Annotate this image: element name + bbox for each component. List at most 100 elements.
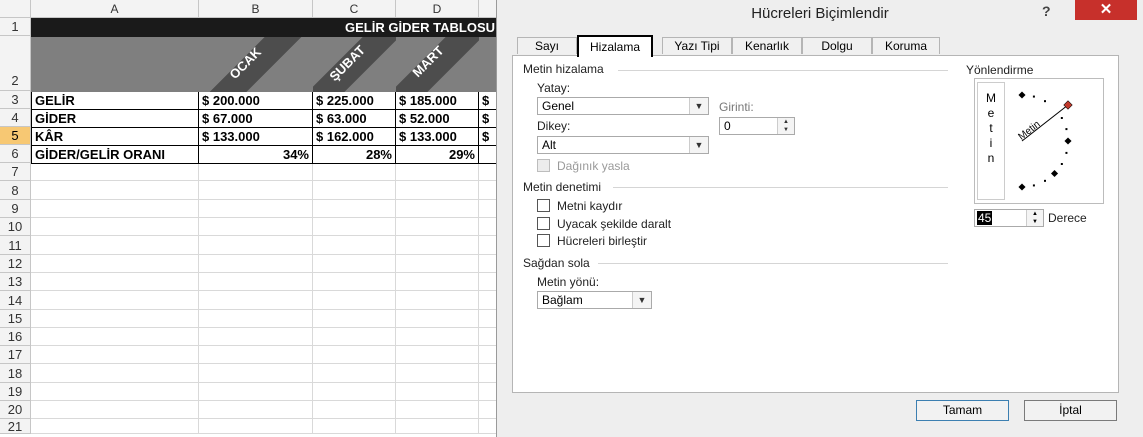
row-header-4[interactable]: 4	[0, 109, 31, 127]
vertical-text-toggle[interactable]: Metin	[977, 82, 1005, 200]
empty-cell[interactable]	[31, 218, 199, 236]
empty-cell[interactable]	[313, 364, 396, 383]
tab-fill[interactable]: Dolgu	[802, 37, 872, 54]
merge-cells-checkbox[interactable]	[537, 234, 550, 247]
orientation-dial[interactable]: Metin	[1007, 81, 1100, 201]
empty-cell[interactable]	[199, 273, 313, 291]
empty-cell[interactable]	[199, 218, 313, 236]
empty-cell[interactable]	[396, 163, 479, 181]
row-header-11[interactable]: 11	[0, 236, 31, 255]
shrink-to-fit-checkbox[interactable]	[537, 217, 550, 230]
empty-cell[interactable]	[313, 218, 396, 236]
tab-number[interactable]: Sayı	[517, 37, 577, 54]
empty-cell[interactable]	[313, 419, 396, 434]
empty-cell[interactable]	[313, 236, 396, 255]
spreadsheet-area[interactable]: A B C D 1 2 3 4 5 6 7 8 9 10 11 12 13 14 15 16 17 18 19 20 2…	[0, 0, 500, 437]
empty-cell[interactable]	[31, 200, 199, 218]
row-header-21[interactable]: 21	[0, 419, 31, 434]
empty-cell[interactable]	[396, 310, 479, 328]
empty-cell[interactable]	[199, 419, 313, 434]
empty-cell[interactable]	[313, 328, 396, 346]
empty-cell[interactable]	[396, 364, 479, 383]
spin-arrows-icon[interactable]: ▲ ▼	[1026, 210, 1043, 226]
empty-cell[interactable]	[199, 364, 313, 383]
row-header-5[interactable]: 5	[0, 127, 31, 145]
empty-cell[interactable]	[199, 401, 313, 419]
row-label-cell[interactable]: GİDER	[31, 110, 199, 128]
row-header-2[interactable]: 2	[0, 36, 31, 91]
select-all-corner[interactable]	[0, 0, 31, 18]
dial-minor-tick[interactable]	[1060, 117, 1063, 119]
empty-cell[interactable]	[31, 328, 199, 346]
value-cell[interactable]: $ 162.000	[313, 128, 396, 146]
empty-cell[interactable]	[199, 346, 313, 364]
empty-cell[interactable]	[313, 255, 396, 273]
row-header-13[interactable]: 13	[0, 273, 31, 291]
value-cell[interactable]: 34%	[199, 146, 313, 164]
empty-cell[interactable]	[31, 163, 199, 181]
row-header-19[interactable]: 19	[0, 383, 31, 401]
empty-cell[interactable]	[31, 346, 199, 364]
empty-cell[interactable]	[396, 218, 479, 236]
empty-cell[interactable]	[199, 163, 313, 181]
empty-cell[interactable]	[313, 273, 396, 291]
empty-cell[interactable]	[199, 383, 313, 401]
empty-cell[interactable]	[396, 255, 479, 273]
empty-cell[interactable]	[199, 328, 313, 346]
empty-cell[interactable]	[313, 401, 396, 419]
empty-cell[interactable]	[396, 328, 479, 346]
empty-cell[interactable]	[313, 291, 396, 310]
dial-minor-tick[interactable]	[1032, 184, 1035, 187]
empty-cell[interactable]	[31, 255, 199, 273]
month-header-ocak[interactable]: OCAK	[199, 37, 313, 92]
empty-cell[interactable]	[31, 236, 199, 255]
empty-cell[interactable]	[396, 200, 479, 218]
empty-cell[interactable]	[31, 291, 199, 310]
row-header-17[interactable]: 17	[0, 346, 31, 364]
empty-cell[interactable]	[396, 291, 479, 310]
indent-spinner[interactable]: 0 ▲ ▼	[719, 117, 795, 135]
row-header-12[interactable]: 12	[0, 255, 31, 273]
empty-cell[interactable]	[31, 401, 199, 419]
spin-arrows-icon[interactable]: ▲ ▼	[777, 118, 794, 134]
wrap-text-checkbox[interactable]	[537, 199, 550, 212]
row-header-18[interactable]: 18	[0, 364, 31, 383]
empty-cell[interactable]	[31, 419, 199, 434]
empty-cell[interactable]	[31, 273, 199, 291]
dial-minor-tick[interactable]	[1065, 151, 1068, 154]
empty-cell[interactable]	[396, 383, 479, 401]
empty-cell[interactable]	[199, 236, 313, 255]
ok-button[interactable]: Tamam	[916, 400, 1009, 421]
empty-cell[interactable]	[199, 291, 313, 310]
row-header-8[interactable]: 8	[0, 181, 31, 200]
tab-alignment[interactable]: Hizalama	[577, 35, 653, 57]
column-header-c[interactable]: C	[313, 0, 396, 18]
tab-font[interactable]: Yazı Tipi	[662, 37, 732, 54]
empty-cell[interactable]	[199, 255, 313, 273]
empty-cell[interactable]	[396, 236, 479, 255]
empty-cell[interactable]	[396, 419, 479, 434]
chevron-down-icon[interactable]: ▼	[689, 98, 708, 114]
empty-cell[interactable]	[199, 200, 313, 218]
value-cell[interactable]: 29%	[396, 146, 479, 164]
text-direction-select[interactable]: Bağlam ▼	[537, 291, 652, 309]
dial-minor-tick[interactable]	[1032, 95, 1035, 98]
title-cell[interactable]: GELİR GİDER TABLOSU	[31, 18, 500, 37]
dial-marker[interactable]	[1063, 100, 1073, 110]
row-header-20[interactable]: 20	[0, 401, 31, 419]
row-header-10[interactable]: 10	[0, 218, 31, 236]
dial-major-tick[interactable]	[1018, 183, 1026, 191]
month-header-subat[interactable]: ŞUBAT	[313, 37, 396, 92]
row-header-9[interactable]: 9	[0, 200, 31, 218]
empty-cell[interactable]	[31, 383, 199, 401]
empty-cell[interactable]	[313, 181, 396, 200]
empty-cell[interactable]	[199, 310, 313, 328]
dial-major-tick[interactable]	[1064, 137, 1072, 145]
row-header-6[interactable]: 6	[0, 145, 31, 163]
tab-border[interactable]: Kenarlık	[732, 37, 802, 54]
empty-cell[interactable]	[396, 346, 479, 364]
row-label-cell[interactable]: KÂR	[31, 128, 199, 146]
empty-cell[interactable]	[313, 200, 396, 218]
row-label-cell[interactable]: GELİR	[31, 92, 199, 110]
close-button[interactable]: ✕	[1075, 0, 1137, 20]
